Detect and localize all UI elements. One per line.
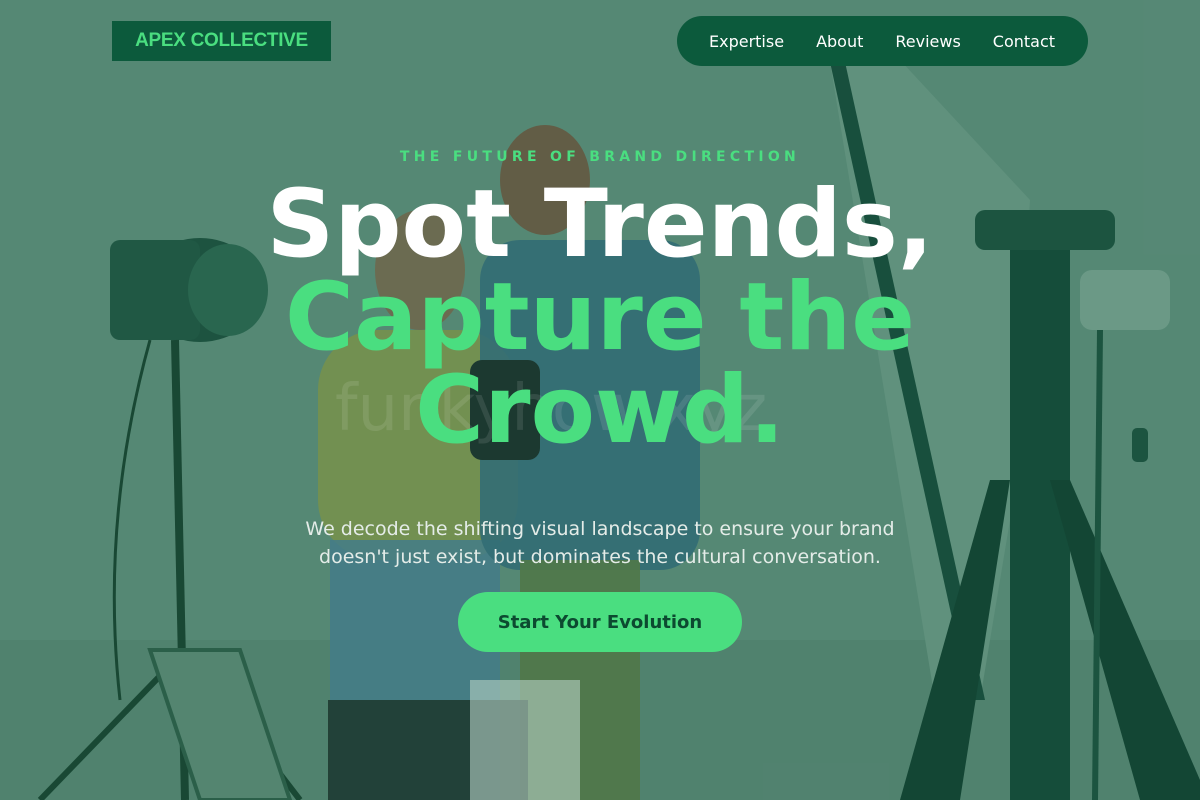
headline-line-1: Spot Trends, [266,170,934,279]
headline-line-2: Capture the [284,263,915,372]
nav-link-contact[interactable]: Contact [993,32,1055,51]
main-nav: Expertise About Reviews Contact [677,16,1088,66]
nav-link-reviews[interactable]: Reviews [895,32,960,51]
start-evolution-button[interactable]: Start Your Evolution [458,592,742,652]
nav-link-expertise[interactable]: Expertise [709,32,784,51]
hero-eyebrow: THE FUTURE OF BRAND DIRECTION [399,149,801,165]
hero-subtitle: We decode the shifting visual landscape … [305,518,895,568]
brand-logo[interactable]: APEX COLLECTIVE [112,21,331,61]
headline-line-3: Crowd. [415,356,785,465]
hero-headline: Spot Trends, Capture the Crowd. [0,170,1200,465]
nav-link-about[interactable]: About [816,32,863,51]
